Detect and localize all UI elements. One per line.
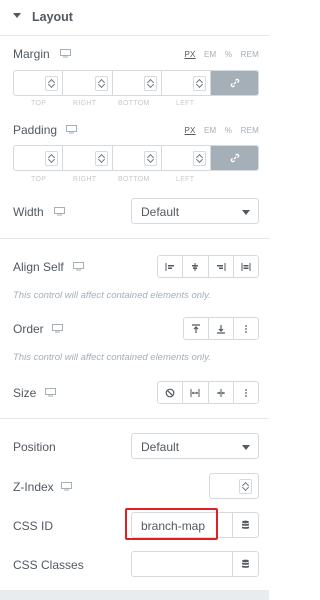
unit-em[interactable]: EM bbox=[204, 50, 216, 59]
align-end-button[interactable] bbox=[209, 256, 234, 277]
align-end-icon bbox=[216, 262, 226, 271]
css-id-label: CSS ID bbox=[13, 519, 54, 533]
unit-px[interactable]: PX bbox=[184, 126, 195, 135]
margin-label: Margin bbox=[13, 47, 50, 61]
unit-percent[interactable]: % bbox=[225, 126, 232, 135]
unit-rem[interactable]: REM bbox=[241, 126, 259, 135]
order-end-button[interactable] bbox=[209, 318, 234, 339]
link-icon bbox=[230, 78, 239, 88]
align-start-icon bbox=[165, 262, 175, 271]
margin-left-input[interactable] bbox=[162, 71, 211, 95]
padding-right-input[interactable] bbox=[63, 146, 113, 170]
dynamic-tags-button[interactable] bbox=[233, 512, 259, 538]
order-start-button[interactable] bbox=[184, 318, 209, 339]
stepper-icon[interactable] bbox=[94, 151, 108, 166]
expand-horizontal-icon bbox=[190, 388, 200, 397]
link-icon bbox=[230, 153, 239, 163]
unit-em[interactable]: EM bbox=[204, 126, 216, 135]
position-label: Position bbox=[13, 440, 56, 454]
desktop-icon[interactable] bbox=[73, 262, 84, 271]
align-center-icon bbox=[192, 262, 199, 271]
width-label: Width bbox=[13, 205, 44, 219]
more-vertical-icon bbox=[244, 388, 247, 397]
padding-top-input[interactable] bbox=[14, 146, 64, 170]
align-start-button[interactable] bbox=[158, 256, 184, 277]
divider bbox=[0, 238, 269, 239]
width-select[interactable]: Default bbox=[131, 198, 259, 224]
link-values-button[interactable] bbox=[211, 71, 258, 95]
stepper-icon[interactable] bbox=[193, 76, 206, 91]
padding-units: PX EM % REM bbox=[178, 126, 259, 135]
stepper-icon[interactable] bbox=[94, 76, 108, 91]
desktop-icon[interactable] bbox=[66, 125, 77, 134]
css-classes-input[interactable] bbox=[131, 551, 233, 577]
chevron-down-icon bbox=[242, 445, 250, 450]
position-select[interactable]: Default bbox=[131, 433, 259, 459]
divider bbox=[0, 418, 269, 419]
more-vertical-icon bbox=[245, 324, 247, 333]
panel-footer bbox=[0, 590, 269, 600]
css-classes-label: CSS Classes bbox=[13, 558, 84, 572]
stepper-icon[interactable] bbox=[45, 76, 59, 91]
desktop-icon[interactable] bbox=[52, 324, 63, 333]
order-custom-button[interactable] bbox=[234, 318, 258, 339]
margin-sublabels: TOP RIGHT BOTTOM LEFT bbox=[31, 100, 195, 107]
zindex-label: Z-Index bbox=[13, 480, 54, 494]
highlight-box bbox=[125, 508, 218, 540]
padding-inputs bbox=[13, 145, 259, 171]
caret-down-icon bbox=[13, 13, 21, 18]
align-center-button[interactable] bbox=[183, 256, 209, 277]
margin-units: PX EM % REM bbox=[178, 50, 259, 59]
link-values-button[interactable] bbox=[211, 146, 258, 170]
stepper-icon[interactable] bbox=[193, 151, 206, 166]
align-self-buttons bbox=[157, 255, 259, 278]
layout-section-header[interactable]: Layout bbox=[0, 0, 269, 36]
section-title: Layout bbox=[32, 10, 73, 24]
margin-inputs bbox=[13, 70, 259, 96]
stepper-icon[interactable] bbox=[143, 76, 157, 91]
database-icon bbox=[242, 559, 249, 568]
dynamic-tags-button[interactable] bbox=[233, 551, 259, 577]
align-stretch-button[interactable] bbox=[234, 256, 258, 277]
unit-percent[interactable]: % bbox=[225, 50, 232, 59]
padding-left-input[interactable] bbox=[162, 146, 211, 170]
desktop-icon[interactable] bbox=[45, 388, 56, 397]
shrink-horizontal-icon bbox=[216, 388, 225, 397]
stepper-icon[interactable] bbox=[45, 151, 59, 166]
padding-label: Padding bbox=[13, 123, 58, 137]
padding-bottom-input[interactable] bbox=[113, 146, 162, 170]
desktop-icon[interactable] bbox=[61, 482, 72, 491]
align-stretch-icon bbox=[241, 262, 251, 271]
padding-sublabels: TOP RIGHT BOTTOM LEFT bbox=[31, 176, 195, 183]
database-icon bbox=[242, 520, 249, 529]
size-buttons bbox=[157, 381, 259, 404]
order-note: This control will affect contained eleme… bbox=[13, 352, 211, 363]
arrow-down-to-line-icon bbox=[217, 324, 225, 334]
margin-right-input[interactable] bbox=[63, 71, 113, 95]
size-none-button[interactable] bbox=[158, 382, 184, 403]
align-self-note: This control will affect contained eleme… bbox=[13, 290, 211, 301]
margin-top-input[interactable] bbox=[14, 71, 64, 95]
stepper-icon[interactable] bbox=[143, 151, 157, 166]
size-grow-button[interactable] bbox=[183, 382, 209, 403]
size-shrink-button[interactable] bbox=[209, 382, 234, 403]
stepper-icon[interactable] bbox=[239, 479, 252, 494]
align-self-label: Align Self bbox=[13, 260, 64, 274]
margin-bottom-input[interactable] bbox=[113, 71, 162, 95]
order-buttons bbox=[183, 317, 259, 340]
size-custom-button[interactable] bbox=[234, 382, 258, 403]
arrow-up-to-line-icon bbox=[192, 323, 200, 333]
zindex-input[interactable] bbox=[209, 473, 259, 499]
order-label: Order bbox=[13, 322, 44, 336]
unit-rem[interactable]: REM bbox=[241, 50, 259, 59]
size-label: Size bbox=[13, 386, 37, 400]
chevron-down-icon bbox=[242, 210, 250, 215]
unit-px[interactable]: PX bbox=[184, 50, 195, 59]
desktop-icon[interactable] bbox=[60, 49, 71, 58]
ban-icon bbox=[165, 388, 175, 397]
desktop-icon[interactable] bbox=[54, 207, 65, 216]
